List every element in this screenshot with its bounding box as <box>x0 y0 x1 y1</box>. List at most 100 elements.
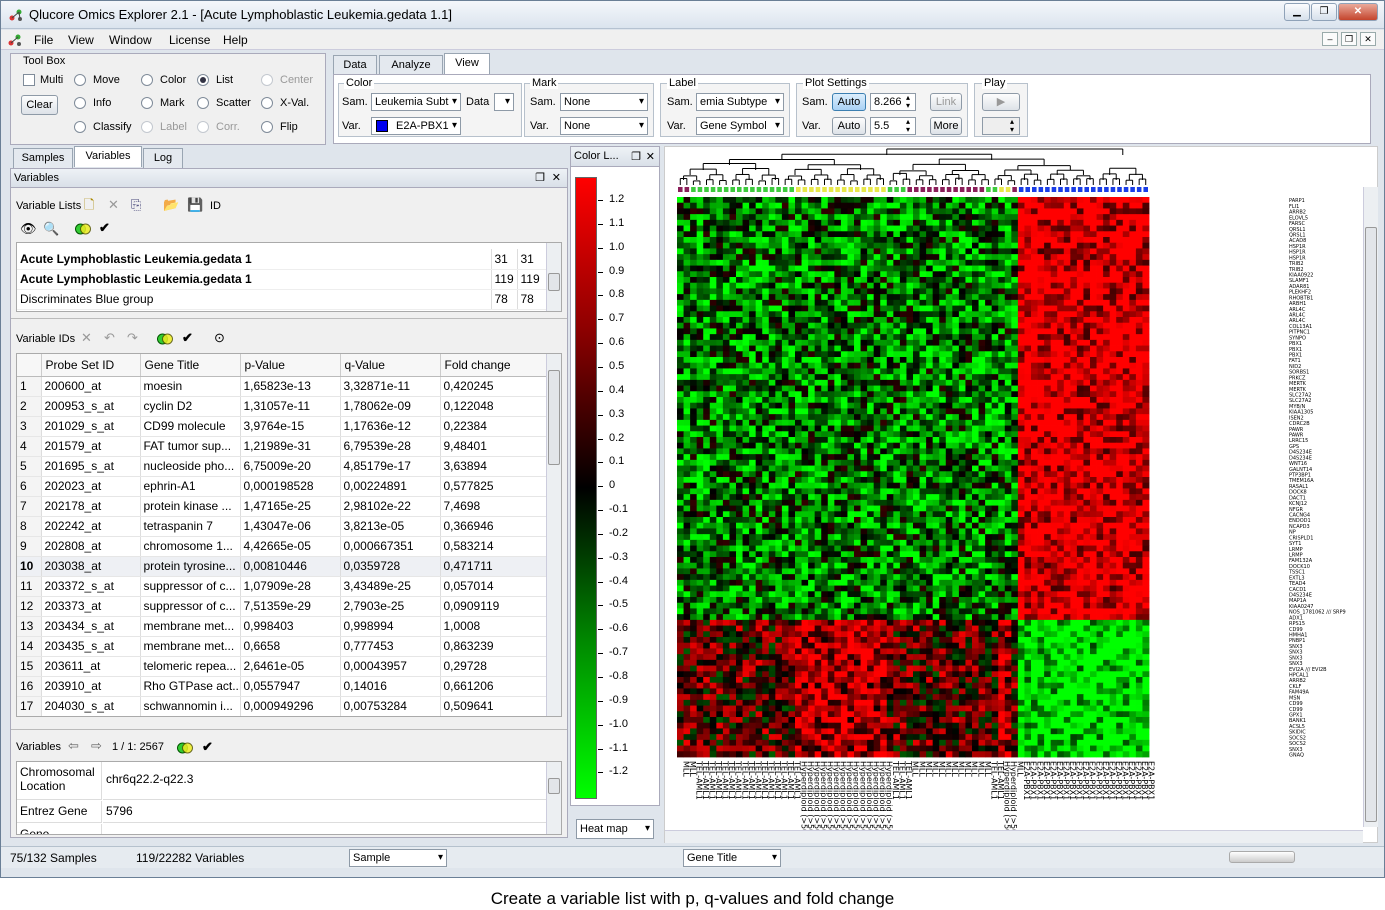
heatmap-cell[interactable] <box>945 511 953 518</box>
heatmap-cell[interactable] <box>834 494 842 501</box>
heatmap-cell[interactable] <box>1142 402 1150 409</box>
heatmap-cell[interactable] <box>1116 517 1124 524</box>
heatmap-cell[interactable] <box>945 339 953 346</box>
heatmap-cell[interactable] <box>827 539 835 546</box>
heatmap-cell[interactable] <box>729 305 737 312</box>
heatmap-cell[interactable] <box>854 299 861 306</box>
heatmap-cell[interactable] <box>768 385 776 392</box>
heatmap-cell[interactable] <box>985 368 993 375</box>
heatmap-cell[interactable] <box>847 397 855 404</box>
heatmap-cell[interactable] <box>1103 299 1111 306</box>
heatmap-cell[interactable] <box>775 545 783 552</box>
heatmap-cell[interactable] <box>703 488 711 495</box>
detail-check-icon[interactable]: ✔ <box>202 740 213 754</box>
heatmap-cell[interactable] <box>1011 414 1019 421</box>
heatmap-cell[interactable] <box>906 254 914 261</box>
heatmap-cell[interactable] <box>834 482 842 489</box>
heatmap-cell[interactable] <box>1050 311 1058 318</box>
heatmap-cell[interactable] <box>932 351 940 358</box>
heatmap-cell[interactable] <box>696 494 704 501</box>
heatmap-cell[interactable] <box>1116 511 1124 518</box>
heatmap-cell[interactable] <box>985 345 993 352</box>
heatmap-cell[interactable] <box>762 391 770 398</box>
heatmap-cell[interactable] <box>1017 539 1025 546</box>
heatmap-cell[interactable] <box>1004 248 1012 255</box>
heatmap-cell[interactable] <box>696 431 704 438</box>
heatmap-cell[interactable] <box>1044 414 1052 421</box>
heatmap-cell[interactable] <box>703 522 711 529</box>
heatmap-cell[interactable] <box>1037 442 1045 449</box>
heatmap-cell[interactable] <box>1011 345 1019 352</box>
heatmap-cell[interactable] <box>880 482 888 489</box>
heatmap-cell[interactable] <box>722 534 730 541</box>
heatmap-cell[interactable] <box>945 465 953 472</box>
heatmap-cell[interactable] <box>683 517 691 524</box>
heatmap-cell[interactable] <box>985 334 993 341</box>
heatmap-cell[interactable] <box>775 345 783 352</box>
heatmap-cell[interactable] <box>1070 197 1078 204</box>
heatmap-cell[interactable] <box>972 534 979 541</box>
heatmap-cell[interactable] <box>762 282 770 289</box>
heatmap-cell[interactable] <box>1135 454 1143 461</box>
heatmap-cell[interactable] <box>736 437 743 444</box>
heatmap-cell[interactable] <box>1090 465 1097 472</box>
heatmap-cell[interactable] <box>762 214 770 221</box>
heatmap-cell[interactable] <box>873 197 881 204</box>
heatmap-cell[interactable] <box>677 431 684 438</box>
heatmap-cell[interactable] <box>722 282 730 289</box>
heatmap-cell[interactable] <box>1037 248 1045 255</box>
heatmap-cell[interactable] <box>788 254 796 261</box>
heatmap-cell[interactable] <box>991 391 999 398</box>
heatmap-cell[interactable] <box>965 231 973 238</box>
heatmap-cell[interactable] <box>972 334 979 341</box>
heatmap-cell[interactable] <box>952 339 960 346</box>
heatmap-cell[interactable] <box>1076 345 1084 352</box>
heatmap-cell[interactable] <box>755 522 763 529</box>
heatmap-cell[interactable] <box>834 288 842 295</box>
heatmap-cell[interactable] <box>886 322 894 329</box>
heatmap-cell[interactable] <box>965 294 973 301</box>
heatmap-cell[interactable] <box>1057 431 1065 438</box>
heatmap-cell[interactable] <box>781 488 789 495</box>
heatmap-cell[interactable] <box>768 442 776 449</box>
heatmap-cell[interactable] <box>1109 471 1117 478</box>
heatmap-cell[interactable] <box>755 528 763 535</box>
heatmap-cell[interactable] <box>775 259 783 266</box>
heatmap-cell[interactable] <box>952 482 960 489</box>
heatmap-cell[interactable] <box>1096 494 1104 501</box>
heatmap-cell[interactable] <box>1004 328 1012 335</box>
heatmap-cell[interactable] <box>775 237 783 244</box>
heatmap-cell[interactable] <box>795 488 802 495</box>
heatmap-cell[interactable] <box>768 482 776 489</box>
heatmap-cell[interactable] <box>1037 425 1045 432</box>
heatmap-cell[interactable] <box>1037 237 1045 244</box>
heatmap-cell[interactable] <box>926 437 934 444</box>
heatmap-cell[interactable] <box>873 219 881 226</box>
heatmap-cell[interactable] <box>762 254 770 261</box>
heatmap-cell[interactable] <box>926 265 934 272</box>
heatmap-cell[interactable] <box>939 248 947 255</box>
heatmap-cell[interactable] <box>886 408 894 415</box>
heatmap-cell[interactable] <box>768 322 776 329</box>
heatmap-cell[interactable] <box>709 368 717 375</box>
heatmap-cell[interactable] <box>1103 357 1111 364</box>
heatmap-cell[interactable] <box>703 459 711 466</box>
heatmap-cell[interactable] <box>1031 522 1038 529</box>
heatmap-cell[interactable] <box>1011 362 1019 369</box>
heatmap-cell[interactable] <box>1116 505 1124 512</box>
heatmap-cell[interactable] <box>1083 471 1091 478</box>
heatmap-cell[interactable] <box>821 248 829 255</box>
heatmap-cell[interactable] <box>827 499 835 506</box>
heatmap-cell[interactable] <box>755 511 763 518</box>
heatmap-cell[interactable] <box>847 425 855 432</box>
heatmap-cell[interactable] <box>1050 208 1058 215</box>
heatmap-cell[interactable] <box>834 459 842 466</box>
heatmap-cell[interactable] <box>775 522 783 529</box>
heatmap-cell[interactable] <box>1103 311 1111 318</box>
heatmap-cell[interactable] <box>781 534 789 541</box>
heatmap-cell[interactable] <box>1004 299 1012 306</box>
heatmap-cell[interactable] <box>906 271 914 278</box>
heatmap-cell[interactable] <box>742 277 750 284</box>
heatmap-cell[interactable] <box>1057 528 1065 535</box>
heatmap-cell[interactable] <box>1083 345 1091 352</box>
